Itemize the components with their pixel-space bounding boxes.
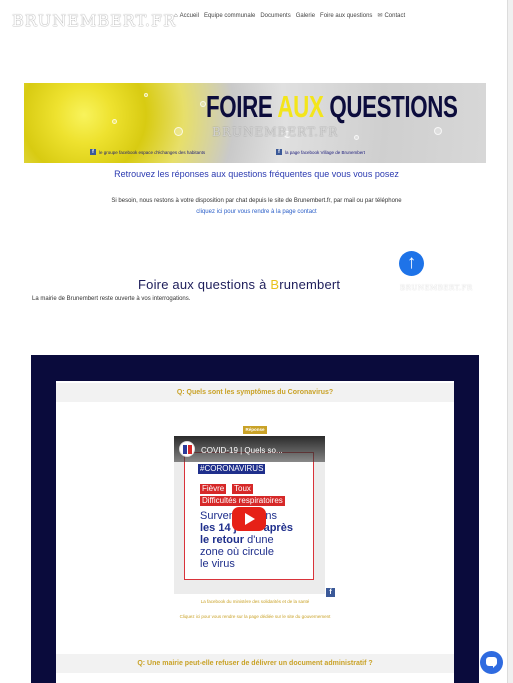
intro-heading: Retrouvez les réponses aux questions fré… [114, 169, 399, 179]
bubble-decoration [174, 127, 183, 136]
play-button[interactable] [232, 507, 266, 531]
video-message-line: le retour [200, 534, 245, 546]
facebook-icon: f [90, 149, 96, 155]
banner-title-part: AUX [277, 89, 324, 124]
nav-item-documents[interactable]: Documents [260, 12, 290, 19]
nav-item-contact[interactable]: ✉ Contact [377, 12, 406, 20]
video-hashtag: #CORONAVIRUS [198, 464, 266, 474]
banner-title-part: FOIRE [206, 89, 278, 124]
ministry-facebook-link[interactable]: La facebook du ministère des solidarités… [56, 599, 454, 604]
section-heading-part: runembert [279, 277, 341, 292]
scroll-up-button[interactable]: ↑ [399, 251, 424, 276]
site-logo[interactable]: BRUNEMBERT.FR [12, 11, 176, 30]
section-heading: Foire aux questions à Brunembert [138, 277, 340, 292]
facebook-icon[interactable]: f [326, 588, 335, 597]
video-tag: Fièvre [200, 484, 227, 494]
home-icon: ⌂ [174, 12, 178, 19]
nav-label: Accueil [179, 12, 199, 19]
nav-label: Galerie [295, 12, 316, 19]
video-tag: Difficultés respiratoires [200, 496, 285, 506]
nav-label: Contact [384, 12, 406, 19]
bubble-decoration [112, 119, 117, 124]
chat-button[interactable] [480, 651, 503, 674]
bubble-decoration [144, 93, 148, 97]
faq-card: Q: Quels sont les symptômes du Coronavir… [56, 381, 454, 683]
section-heading-part: B [270, 277, 280, 292]
video-message-line: d'une [244, 534, 274, 546]
banner-caption-page[interactable]: f la page facebook Village de Brunembert [276, 149, 365, 155]
nav-label: Foire aux questions [320, 12, 373, 19]
envelope-icon: ✉ [377, 13, 383, 19]
nav-item-faq[interactable]: Foire aux questions [320, 12, 372, 19]
answer-badge: Réponse [243, 426, 267, 434]
caption-text: la page facebook Village de Brunembert [285, 149, 365, 155]
intro-text: Si besoin, nous restons à votre disposit… [111, 198, 402, 204]
banner-title: FOIRE AUX QUESTIONS [206, 89, 458, 125]
section-watermark: BRUNEMBERT.FR [400, 284, 473, 292]
scrollbar[interactable] [507, 0, 513, 683]
government-page-link[interactable]: Cliquez ici pour vous rendre sur la page… [56, 614, 454, 619]
faq-question-1[interactable]: Q: Quels sont les symptômes du Coronavir… [56, 383, 454, 402]
arrow-up-icon: ↑ [406, 252, 417, 273]
bubble-decoration [354, 135, 359, 140]
caption-text: le groupe facebook espace d'échanges des… [99, 149, 206, 155]
video-title[interactable]: COVID-19 | Quels so... [201, 446, 283, 455]
video-embed[interactable]: COVID-19 | Quels so... #CORONAVIRUS Fièv… [174, 436, 325, 594]
facebook-icon: f [276, 149, 282, 155]
nav-item-accueil[interactable]: ⌂ Accueil [174, 12, 199, 19]
main-nav: ⌂ Accueil Equipe communale Documents Gal… [174, 12, 406, 20]
bubble-decoration [434, 127, 442, 135]
nav-item-equipe[interactable]: Equipe communale [204, 12, 255, 19]
page: BRUNEMBERT.FR ⌂ Accueil Equipe communale… [0, 0, 513, 683]
banner-watermark: BRUNEMBERT.FR [212, 125, 339, 139]
section-subtext: La mairie de Brunembert reste ouverte à … [32, 296, 191, 302]
video-tag: Toux [232, 484, 253, 494]
channel-avatar[interactable] [179, 441, 195, 457]
nav-label: Equipe communale [203, 12, 256, 19]
video-message-line: zone où circule [200, 546, 274, 558]
video-message-line: le virus [200, 558, 235, 570]
section-heading-part: Foire aux questions à [138, 277, 271, 292]
faq-banner: FOIRE AUX QUESTIONS BRUNEMBERT.FR f le g… [24, 83, 486, 163]
banner-caption-group[interactable]: f le groupe facebook espace d'échanges d… [90, 149, 205, 155]
contact-page-link[interactable]: cliquez ici pour vous rendre à la page c… [0, 209, 513, 215]
nav-label: Documents [260, 12, 291, 19]
nav-item-galerie[interactable]: Galerie [296, 12, 315, 19]
faq-question-2[interactable]: Q: Une mairie peut-elle refuser de déliv… [56, 654, 454, 673]
banner-title-part: QUESTIONS [323, 89, 458, 124]
